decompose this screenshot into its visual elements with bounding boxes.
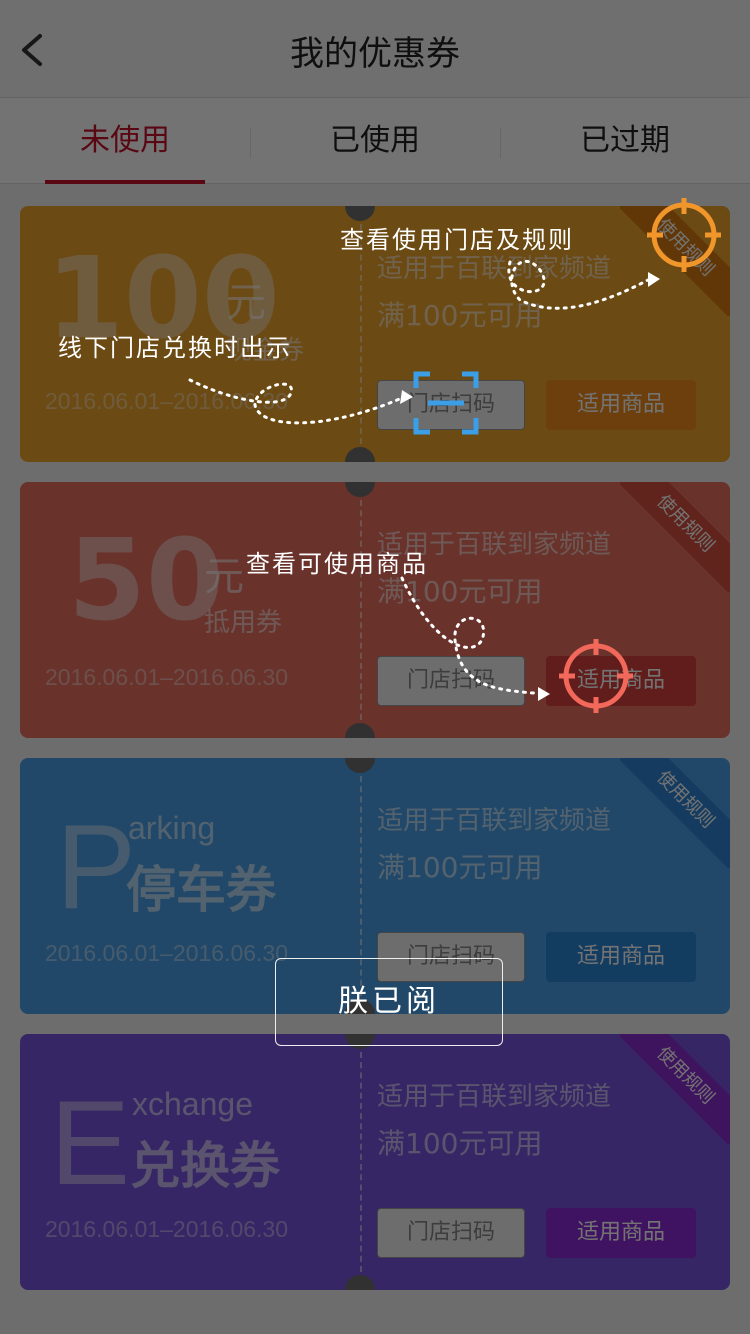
rules-ribbon-label[interactable]: 使用规则 [620,206,730,316]
coupon-condition: 满100元可用 [377,299,543,332]
rules-ribbon[interactable]: 使用规则 [620,1034,730,1144]
coupon-unit: 元 [204,554,244,600]
rules-ribbon-label[interactable]: 使用规则 [620,758,730,868]
guide-acknowledge-button[interactable]: 朕已阅 [275,958,503,1046]
rules-ribbon[interactable]: 使用规则 [620,758,730,868]
applicable-goods-button[interactable]: 适用商品 [546,380,696,430]
rules-ribbon-label[interactable]: 使用规则 [620,1034,730,1144]
page-title: 我的优惠券 [290,34,460,74]
coupon-divider [360,224,362,444]
coupon-card-voucher[interactable]: 50 元 抵用券 2016.06.01–2016.06.30 适用于百联到家频道… [20,482,730,738]
rules-ribbon[interactable]: 使用规则 [620,206,730,316]
tab-unused[interactable]: 未使用 [0,98,250,184]
coupon-validity: 2016.06.01–2016.06.30 [45,388,289,414]
tab-bar: 未使用 已使用 已过期 [0,98,750,184]
guide-hint-store: 线下门店兑换时出示 [58,334,292,362]
guide-hint-goods: 查看可使用商品 [246,550,428,578]
coupon-notch [345,723,375,738]
tab-used[interactable]: 已使用 [250,98,500,184]
coupon-word: arking [128,810,216,846]
applicable-goods-button[interactable]: 适用商品 [546,1208,696,1258]
coupon-divider [360,500,362,720]
applicable-goods-button[interactable]: 适用商品 [546,932,696,982]
coupon-validity: 2016.06.01–2016.06.30 [45,940,289,966]
coupon-card-exchange[interactable]: E xchange 兑换券 2016.06.01–2016.06.30 适用于百… [20,1034,730,1290]
coupon-unit: 元 [226,280,266,326]
applicable-goods-button[interactable]: 适用商品 [546,656,696,706]
coupon-scope: 适用于百联到家频道 [377,806,612,836]
tab-expired[interactable]: 已过期 [500,98,750,184]
coupon-validity: 2016.06.01–2016.06.30 [45,1216,289,1242]
coupon-letter: E [50,1076,131,1210]
coupon-type: 兑换券 [130,1137,280,1195]
coupon-condition: 满100元可用 [377,851,543,884]
coupon-divider [360,1052,362,1272]
coupon-condition: 满100元可用 [377,1127,543,1160]
coupon-notch [345,447,375,462]
coupon-word: xchange [132,1086,253,1122]
rules-ribbon[interactable]: 使用规则 [620,482,730,592]
coupon-type: 停车券 [126,861,276,919]
rules-ribbon-label[interactable]: 使用规则 [620,482,730,592]
coupon-notch [345,206,375,221]
store-scan-button[interactable]: 门店扫码 [377,380,525,430]
coupon-amount: 50 [68,516,224,646]
store-scan-button[interactable]: 门店扫码 [377,1208,525,1258]
coupon-notch [345,482,375,497]
coupon-notch [345,758,375,773]
header-bar: 我的优惠券 [0,0,750,98]
store-scan-button[interactable]: 门店扫码 [377,656,525,706]
guide-hint-rules: 查看使用门店及规则 [340,226,574,254]
coupon-scope: 适用于百联到家频道 [377,1082,612,1112]
coupon-letter: P [56,800,137,934]
coupon-type: 抵用券 [204,608,283,638]
coupon-notch [345,1275,375,1290]
coupon-validity: 2016.06.01–2016.06.30 [45,664,289,690]
